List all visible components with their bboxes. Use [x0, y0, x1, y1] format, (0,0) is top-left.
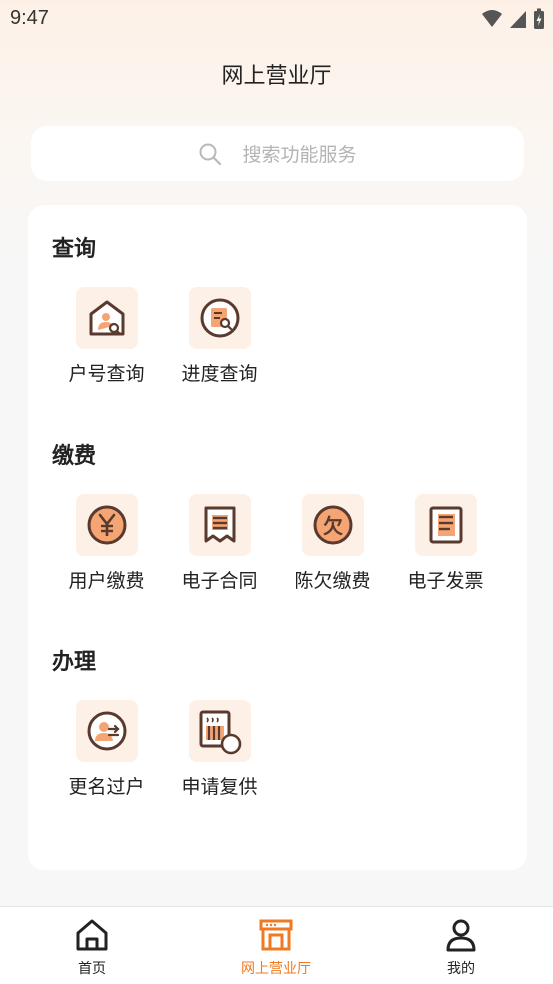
home-icon — [76, 919, 108, 951]
search-icon — [199, 143, 222, 165]
tab-profile[interactable]: 我的 — [369, 907, 553, 984]
status-time: 9:47 — [10, 7, 49, 29]
house-user-search-icon — [89, 300, 125, 336]
icon-tile: 欠 — [302, 494, 364, 556]
search-input[interactable]: 搜索功能服务 — [31, 126, 524, 181]
service-label: 陈欠缴费 — [294, 570, 371, 592]
wifi-icon — [482, 10, 502, 27]
services-card: 查询 户号查询 进度查询 缴费 用户缴费 电子合同 欠 陈欠缴费 电子发票 办理… — [28, 205, 527, 870]
signal-icon — [510, 11, 526, 28]
service-owed-payment[interactable]: 欠 陈欠缴费 — [276, 494, 389, 604]
tab-home[interactable]: 首页 — [0, 907, 184, 984]
status-icons — [481, 8, 545, 30]
service-name-transfer[interactable]: 更名过户 — [50, 700, 163, 810]
battery-icon — [534, 8, 544, 29]
document-search-icon — [200, 298, 240, 338]
storefront-icon — [259, 919, 293, 951]
search-placeholder: 搜索功能服务 — [242, 144, 357, 166]
service-restore-supply[interactable]: 申请复供 — [163, 700, 276, 810]
section-title-query: 查询 — [52, 237, 97, 262]
service-progress-query[interactable]: 进度查询 — [163, 287, 276, 397]
icon-tile — [76, 287, 138, 349]
service-label: 进度查询 — [181, 363, 258, 385]
tab-label: 首页 — [78, 961, 106, 977]
section-title-payment: 缴费 — [52, 444, 97, 469]
tab-label: 我的 — [447, 961, 475, 977]
service-user-payment[interactable]: 用户缴费 — [50, 494, 163, 604]
service-label: 电子合同 — [181, 570, 258, 592]
service-label: 电子发票 — [407, 570, 484, 592]
tab-label: 网上营业厅 — [241, 961, 311, 977]
status-bar: 9:47 — [0, 0, 553, 38]
user-transfer-icon — [87, 711, 127, 751]
icon-tile — [76, 700, 138, 762]
icon-tile — [189, 700, 251, 762]
service-label: 用户缴费 — [68, 570, 145, 592]
page-title: 网上营业厅 — [221, 64, 332, 89]
receipt-icon — [204, 506, 236, 543]
owed-payment-icon: 欠 — [313, 505, 353, 545]
tab-online-hall[interactable]: 网上营业厅 — [184, 907, 368, 984]
profile-icon — [446, 919, 476, 952]
bottom-tab-bar: 首页 网上营业厅 我的 — [0, 906, 553, 984]
icon-tile — [76, 494, 138, 556]
svg-text:欠: 欠 — [323, 514, 343, 538]
service-e-invoice[interactable]: 电子发票 — [389, 494, 502, 604]
service-account-query[interactable]: 户号查询 — [50, 287, 163, 397]
invoice-icon — [429, 506, 463, 544]
yuan-coin-icon — [87, 505, 127, 545]
icon-tile — [189, 494, 251, 556]
service-label: 户号查询 — [68, 363, 145, 385]
service-label: 申请复供 — [181, 776, 258, 798]
section-title-handling: 办理 — [52, 650, 97, 675]
service-label: 更名过户 — [68, 776, 145, 798]
heater-restore-icon — [199, 710, 242, 755]
icon-tile — [189, 287, 251, 349]
icon-tile — [415, 494, 477, 556]
service-e-contract[interactable]: 电子合同 — [163, 494, 276, 604]
